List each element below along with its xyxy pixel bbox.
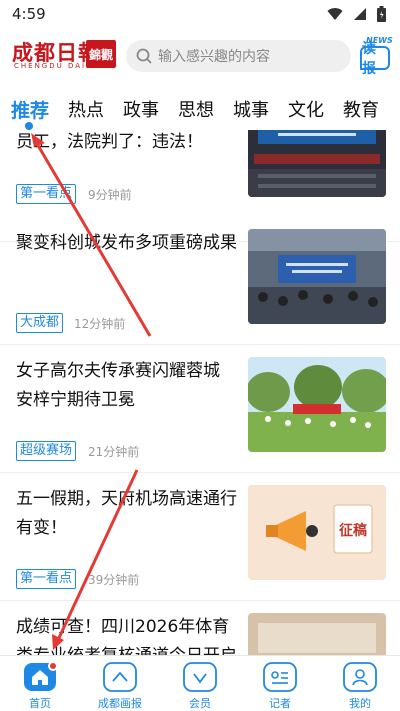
news-title: 聚变科创城发布多项重磅成果 — [16, 233, 237, 253]
member-icon — [183, 662, 217, 692]
pictorial-icon — [103, 662, 137, 692]
news-thumbnail — [248, 229, 386, 324]
nav-label: 首页 — [29, 697, 51, 710]
news-item[interactable]: 女子高尔夫传承赛闪耀蓉城 安梓宁期待卫冕 超级赛场 21分钟前 — [0, 345, 400, 473]
thumb-text: 征稿 — [339, 522, 367, 539]
nav-label: 记者 — [269, 697, 291, 710]
logo-badge: 錦觀 — [86, 40, 116, 68]
bottom-nav: 首页 成都画报 会员 记者 我的 — [0, 655, 400, 711]
status-time: 4:59 — [12, 5, 46, 23]
news-item[interactable]: 五一假期，天府机场高速通行有变！ 第一看点 39分钟前 征稿 — [0, 473, 400, 601]
tab-education[interactable]: 教育 — [343, 96, 379, 122]
nav-label: 我的 — [349, 697, 371, 710]
news-tag[interactable]: 第一看点 — [16, 569, 77, 589]
read-paper-label: 读报 — [360, 41, 390, 77]
search-icon — [136, 48, 152, 64]
news-thumbnail — [248, 130, 386, 197]
category-tabs: 推荐 热点 政事 思想 城事 文化 教育 — [0, 88, 400, 130]
news-tag[interactable]: 第一看点 — [16, 184, 77, 204]
status-icons — [327, 6, 386, 22]
tab-hot[interactable]: 热点 — [68, 96, 104, 122]
battery-icon — [377, 6, 386, 22]
chengdu-daily-logo[interactable]: 成都日報 CHENGDU DAILY 錦觀 — [10, 37, 118, 71]
profile-icon — [343, 662, 377, 692]
news-title: 五一假期，天府机场高速通行有变！ — [16, 489, 237, 538]
logo-english: CHENGDU DAILY — [14, 62, 98, 70]
news-thumbnail — [248, 613, 386, 655]
news-title: 女子高尔夫传承赛闪耀蓉城 安梓宁期待卫冕 — [16, 361, 220, 410]
nav-label: 成都画报 — [98, 697, 142, 710]
search-bar[interactable]: 输入感兴趣的内容 — [126, 40, 351, 72]
news-thumbnail — [248, 357, 386, 452]
read-paper-button[interactable]: NEWS 读报 — [360, 36, 393, 77]
nav-mine[interactable]: 我的 — [320, 656, 400, 711]
tab-label: 推荐 — [11, 99, 50, 122]
signal-icon — [354, 8, 366, 20]
tab-culture[interactable]: 文化 — [288, 96, 324, 122]
news-tag[interactable]: 大成都 — [16, 313, 64, 333]
status-bar: 4:59 — [0, 0, 400, 30]
news-time: 12分钟前 — [74, 317, 126, 331]
app-header: 成都日報 CHENGDU DAILY 錦觀 输入感兴趣的内容 NEWS 读报 — [0, 30, 400, 80]
news-item[interactable]: 成绩可查！四川2026年体育类专业统考复核通道今日开启 — [0, 601, 400, 655]
news-thumbnail: 征稿 — [248, 485, 386, 580]
wifi-icon — [327, 8, 343, 20]
search-placeholder: 输入感兴趣的内容 — [158, 49, 270, 65]
news-item[interactable]: 聚变科创城发布多项重磅成果 大成都 12分钟前 — [0, 217, 400, 345]
news-title: 员工，法院判了：违法！ — [16, 132, 203, 152]
tab-recommend[interactable]: 推荐 — [11, 96, 50, 130]
news-title: 成绩可查！四川2026年体育类专业统考复核通道今日开启 — [16, 617, 237, 655]
notification-badge — [48, 661, 58, 671]
news-time: 39分钟前 — [88, 573, 140, 587]
nav-pictorial[interactable]: 成都画报 — [80, 656, 160, 711]
news-time: 9分钟前 — [88, 188, 132, 202]
reporter-icon — [263, 662, 297, 692]
news-list: 员工，法院判了：违法！ 第一看点 9分钟前 聚变科创城发布多项重磅成果 大成都 … — [0, 130, 400, 655]
nav-label: 会员 — [189, 697, 211, 710]
tab-politics[interactable]: 政事 — [123, 96, 159, 122]
nav-home[interactable]: 首页 — [0, 656, 80, 711]
tab-thought[interactable]: 思想 — [178, 96, 214, 122]
tab-city[interactable]: 城事 — [233, 96, 269, 122]
news-time: 21分钟前 — [88, 445, 140, 459]
nav-reporter[interactable]: 记者 — [240, 656, 320, 711]
nav-member[interactable]: 会员 — [160, 656, 240, 711]
news-tag[interactable]: 超级赛场 — [16, 441, 77, 461]
active-tab-indicator — [25, 121, 33, 130]
